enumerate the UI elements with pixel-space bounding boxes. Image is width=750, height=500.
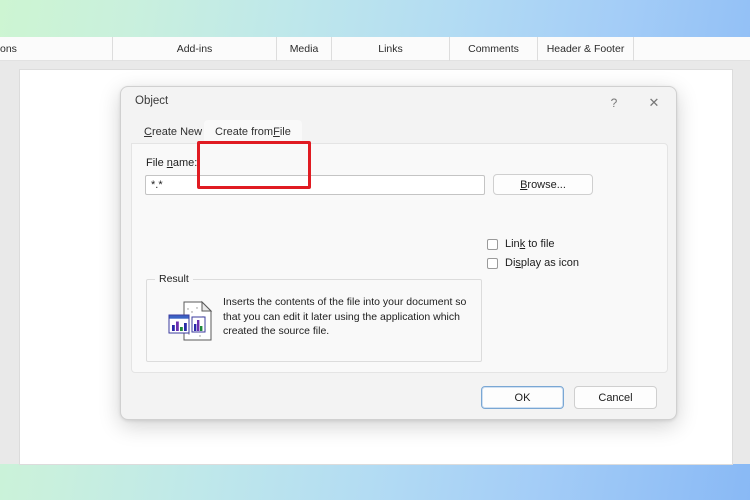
checkbox-display-as-icon[interactable]: Display as icon <box>487 257 579 269</box>
ribbon-group-label: Header & Footer <box>546 43 625 55</box>
document-chart-icon <box>168 300 213 341</box>
tab-label: reate New <box>151 125 203 138</box>
ribbon-group-label: Media <box>289 43 319 55</box>
result-description: Inserts the contents of the file into yo… <box>223 296 467 337</box>
tab-create-from-file[interactable]: Create from File <box>204 120 302 143</box>
cancel-button[interactable]: Cancel <box>574 386 657 409</box>
ribbon-group-label: ons <box>0 43 17 55</box>
checkbox-link-to-file[interactable]: Link to file <box>487 238 555 250</box>
cancel-button-label: Cancel <box>598 391 633 404</box>
result-group-legend: Result <box>155 273 193 285</box>
ribbon-group-label: Add-ins <box>176 43 213 55</box>
file-name-label-post: ame: <box>172 157 198 169</box>
ribbon-group-media[interactable]: Media <box>277 37 332 61</box>
help-glyph: ? <box>610 95 618 110</box>
dialog-tab-strip: Create New Create from File <box>121 119 676 189</box>
file-name-input[interactable] <box>145 175 485 195</box>
result-group-box: Result Inserts the contents of the file … <box>146 273 482 362</box>
browse-mnemonic: B <box>520 178 528 191</box>
ribbon-group-empty <box>634 37 750 61</box>
tab-label-pre: Create from <box>215 125 274 138</box>
file-name-label: File name: <box>146 157 197 169</box>
object-dialog: Object ? ✕ Create New Create from File F… <box>120 86 677 420</box>
ok-button[interactable]: OK <box>481 386 564 409</box>
ribbon-group-header-footer[interactable]: Header & Footer <box>538 37 634 61</box>
file-name-label-pre: File <box>146 157 167 169</box>
help-icon[interactable]: ? <box>594 87 634 118</box>
ok-button-label: OK <box>514 391 531 404</box>
checkbox-box-icon <box>487 238 498 250</box>
tab-mnemonic: F <box>273 125 280 138</box>
checkbox-label: Link to file <box>505 238 555 250</box>
ribbon-group-comments[interactable]: Comments <box>450 37 538 61</box>
dialog-title: Object <box>135 95 169 107</box>
ribbon-group-links[interactable]: Links <box>332 37 450 61</box>
browse-button[interactable]: Browse... <box>493 174 593 195</box>
tab-label-post: ile <box>279 125 291 138</box>
checkbox-label: Display as icon <box>505 257 579 269</box>
ribbon-group-label: Links <box>378 43 403 55</box>
tab-mnemonic: C <box>144 125 152 138</box>
close-glyph: ✕ <box>648 94 660 110</box>
ribbon-group-illustrations[interactable]: ons <box>0 37 113 61</box>
checkbox-box-icon <box>487 257 498 269</box>
tab-panel-create-from-file: File name: Browse... Link to file Displa… <box>131 143 668 373</box>
ribbon-group-add-ins[interactable]: Add-ins <box>113 37 277 61</box>
ribbon-tab-strip: ons Add-ins Media Links Comments Header … <box>0 37 750 61</box>
close-icon[interactable]: ✕ <box>634 87 674 118</box>
browse-label: rowse... <box>527 178 566 191</box>
dialog-titlebar[interactable]: Object ? ✕ <box>121 87 676 119</box>
tab-create-new[interactable]: Create New <box>133 120 213 143</box>
ribbon-group-label: Comments <box>468 43 519 55</box>
